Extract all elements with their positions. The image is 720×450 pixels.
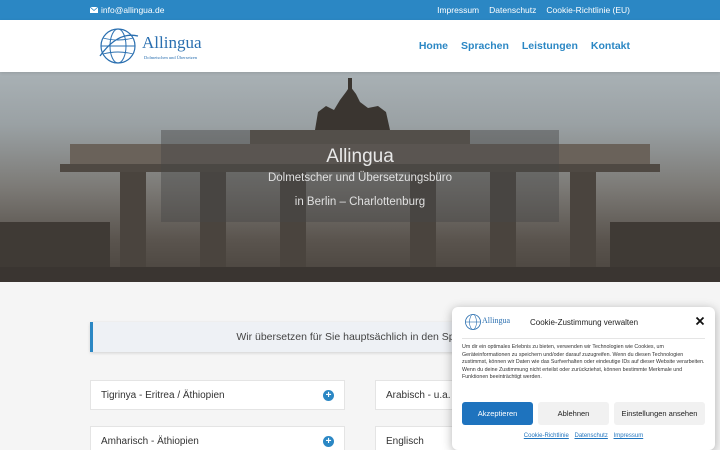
impressum-link[interactable]: Impressum (437, 5, 479, 15)
nav-home[interactable]: Home (419, 40, 448, 52)
cookie-footer-links: Cookie-Richtlinie Datenschutz Impressum (452, 433, 715, 439)
plus-icon: + (323, 436, 334, 447)
accordion-label: Tigrinya - Eritrea / Äthiopien (101, 390, 225, 401)
impressum-link[interactable]: Impressum (614, 433, 644, 439)
main-nav: Home Sprachen Leistungen Kontakt (419, 40, 630, 52)
hero-section: Allingua Dolmetscher und Übersetzungsbür… (0, 72, 720, 282)
deny-button[interactable]: Ablehnen (538, 402, 609, 425)
accordion-item[interactable]: Amharisch - Äthiopien + (90, 426, 345, 450)
cookie-title: Cookie-Zustimmung verwalten (530, 318, 639, 327)
top-links: Impressum Datenschutz Cookie-Richtlinie … (437, 5, 630, 15)
accordion-label: Englisch (386, 436, 424, 447)
globe-logo-icon (465, 314, 481, 330)
hero-title: Allingua (326, 146, 394, 167)
privacy-link[interactable]: Datenschutz (575, 433, 608, 439)
email-text: info@allingua.de (101, 5, 165, 15)
site-header: Allingua Dolmetschen und Übersetzen Home… (0, 20, 720, 72)
mail-icon (90, 7, 98, 13)
accept-button[interactable]: Akzeptieren (462, 402, 533, 425)
nav-sprachen[interactable]: Sprachen (461, 40, 509, 52)
hero-subtitle: Dolmetscher und Übersetzungsbüro (267, 172, 453, 184)
site-logo[interactable]: Allingua Dolmetschen und Übersetzen (98, 26, 208, 66)
view-preferences-button[interactable]: Einstellungen ansehen (614, 402, 705, 425)
nav-kontakt[interactable]: Kontakt (591, 40, 630, 52)
nav-leistungen[interactable]: Leistungen (522, 40, 578, 52)
accordion-label: Amharisch - Äthiopien (101, 436, 199, 447)
email-link[interactable]: info@allingua.de (90, 5, 164, 15)
cookie-logo-text: Allingua (482, 316, 510, 325)
cookie-logo: Allingua (464, 313, 512, 331)
cookie-consent-dialog: Allingua Cookie-Zustimmung verwalten Um … (452, 307, 715, 450)
globe-logo-icon (99, 28, 139, 64)
logo-tagline: Dolmetschen und Übersetzen (144, 55, 197, 60)
accordion-item[interactable]: Tigrinya - Eritrea / Äthiopien + (90, 380, 345, 410)
datenschutz-link[interactable]: Datenschutz (489, 5, 536, 15)
close-icon[interactable] (695, 316, 705, 326)
hero-location: in Berlin – Charlottenburg (294, 196, 426, 208)
plus-icon: + (323, 390, 334, 401)
logo-wordmark: Allingua (142, 33, 202, 52)
cookie-description: Um dir ein optimales Erlebnis zu bieten,… (462, 344, 705, 381)
cookie-policy-link[interactable]: Cookie-Richtlinie (524, 433, 569, 439)
top-bar: info@allingua.de Impressum Datenschutz C… (0, 0, 720, 20)
dialog-divider (462, 338, 705, 339)
cookie-policy-link[interactable]: Cookie-Richtlinie (EU) (546, 5, 630, 15)
